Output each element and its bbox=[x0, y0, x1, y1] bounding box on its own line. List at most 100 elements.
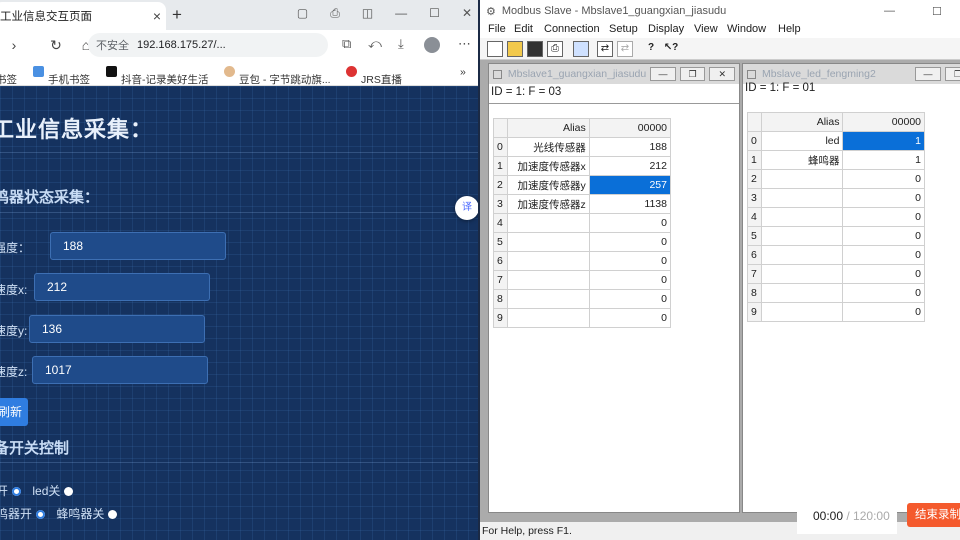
refresh-button[interactable]: 刷新 bbox=[0, 398, 28, 426]
child-window-guangxian[interactable]: Mbslave1_guangxian_jiasudu — ❐ ✕ ID = 1:… bbox=[488, 63, 740, 513]
table-row[interactable]: 50 bbox=[747, 226, 925, 246]
value-cell[interactable]: 0 bbox=[588, 270, 672, 290]
value-cell[interactable]: 0 bbox=[842, 207, 925, 227]
value-cell[interactable]: 0 bbox=[588, 251, 672, 271]
window-icon[interactable] bbox=[573, 41, 589, 57]
alias-cell[interactable] bbox=[506, 251, 590, 271]
maximize-icon[interactable]: ☐ bbox=[429, 6, 440, 21]
translate-icon[interactable]: 译 bbox=[455, 196, 478, 220]
value-cell[interactable]: 1 bbox=[842, 131, 925, 151]
restore-icon[interactable]: ❐ bbox=[679, 67, 706, 81]
menu-help[interactable]: Help bbox=[778, 23, 801, 35]
save-icon[interactable] bbox=[527, 41, 543, 57]
print-icon[interactable]: ⎙ bbox=[547, 41, 563, 57]
bookmark-item[interactable]: 手机书签 bbox=[33, 66, 90, 86]
alias-cell[interactable] bbox=[506, 308, 590, 328]
alias-cell[interactable] bbox=[760, 302, 844, 322]
split-view-icon[interactable]: ▢ bbox=[297, 6, 308, 21]
table-row[interactable]: 30 bbox=[747, 188, 925, 208]
table-row[interactable]: 70 bbox=[493, 270, 672, 290]
table-row[interactable]: 90 bbox=[493, 308, 672, 328]
bookmarks-more-icon[interactable]: » bbox=[460, 66, 466, 78]
value-cell[interactable]: 0 bbox=[842, 226, 925, 246]
url-text[interactable]: 192.168.175.27/... bbox=[137, 39, 226, 51]
bookmark-item[interactable]: 抖音-记录美好生活 bbox=[106, 66, 209, 86]
open-folder-icon[interactable] bbox=[507, 41, 523, 57]
value-cell[interactable]: 0 bbox=[842, 264, 925, 284]
value-cell[interactable]: 0 bbox=[842, 245, 925, 265]
maximize-icon[interactable]: ☐ bbox=[932, 5, 942, 18]
light-intensity-field[interactable]: 188 bbox=[50, 232, 226, 260]
buzzer-on-radio[interactable] bbox=[36, 510, 46, 519]
value-cell[interactable]: 0 bbox=[588, 289, 672, 309]
address-bar[interactable]: 不安全 192.168.175.27/... bbox=[88, 33, 328, 57]
table-row[interactable]: 20 bbox=[747, 169, 925, 189]
alias-cell[interactable]: 光线传感器 bbox=[506, 137, 590, 157]
alias-cell[interactable]: led bbox=[760, 131, 844, 151]
alias-cell[interactable] bbox=[760, 207, 844, 227]
menu-display[interactable]: Display bbox=[648, 23, 684, 35]
browser-tab[interactable]: 工业信息交互页面 × bbox=[0, 2, 166, 30]
close-icon[interactable]: × bbox=[148, 8, 166, 24]
table-row[interactable]: 3 加速度传感器z 1138 bbox=[493, 194, 672, 214]
accel-x-field[interactable]: 212 bbox=[34, 273, 210, 301]
minimize-icon[interactable]: — bbox=[884, 5, 895, 17]
table-row[interactable]: 1 蜂鸣器 1 bbox=[747, 150, 925, 170]
table-row[interactable]: 1 加速度传感器x 212 bbox=[493, 156, 672, 176]
back-history-icon[interactable]: ⤺ bbox=[368, 36, 382, 52]
restore-icon[interactable]: ❐ bbox=[945, 67, 960, 81]
alias-cell[interactable] bbox=[760, 169, 844, 189]
connect-icon[interactable]: ⇄ bbox=[597, 41, 613, 57]
value-cell[interactable]: 0 bbox=[588, 232, 672, 252]
value-cell[interactable]: 257 bbox=[588, 175, 672, 195]
close-icon[interactable]: ✕ bbox=[709, 67, 736, 81]
menu-connection[interactable]: Connection bbox=[544, 23, 600, 35]
alias-cell[interactable] bbox=[760, 283, 844, 303]
insecure-badge[interactable]: 不安全 bbox=[96, 37, 129, 53]
value-cell[interactable]: 0 bbox=[842, 302, 925, 322]
alias-cell[interactable] bbox=[760, 226, 844, 246]
window-menu-icon[interactable] bbox=[747, 69, 756, 79]
bookmark-item[interactable]: 豆包 - 字节跳动旗... bbox=[224, 66, 331, 86]
table-row[interactable]: 40 bbox=[493, 213, 672, 233]
value-cell[interactable]: 188 bbox=[588, 137, 672, 157]
minimize-icon[interactable]: — bbox=[915, 67, 941, 81]
alias-cell[interactable] bbox=[760, 188, 844, 208]
menu-edit[interactable]: Edit bbox=[514, 23, 533, 35]
menu-window[interactable]: Window bbox=[727, 23, 766, 35]
led-off-radio[interactable] bbox=[64, 487, 74, 496]
alias-cell[interactable] bbox=[760, 245, 844, 265]
menu-view[interactable]: View bbox=[694, 23, 718, 35]
value-cell[interactable]: 0 bbox=[842, 188, 925, 208]
new-tab-icon[interactable]: + bbox=[172, 5, 182, 25]
forward-icon[interactable]: › bbox=[0, 37, 28, 53]
value-cell[interactable]: 212 bbox=[588, 156, 672, 176]
alias-cell[interactable] bbox=[506, 289, 590, 309]
value-cell[interactable]: 1 bbox=[842, 150, 925, 170]
accel-z-field[interactable]: 1017 bbox=[32, 356, 208, 384]
table-row[interactable]: 50 bbox=[493, 232, 672, 252]
more-menu-icon[interactable]: ⋯ bbox=[458, 36, 471, 52]
value-cell[interactable]: 0 bbox=[842, 283, 925, 303]
download-icon[interactable]: ⤓ bbox=[398, 36, 404, 52]
table-row[interactable]: 60 bbox=[493, 251, 672, 271]
value-cell[interactable]: 0 bbox=[842, 169, 925, 189]
buzzer-off-radio[interactable] bbox=[108, 510, 118, 519]
alias-cell[interactable]: 加速度传感器y bbox=[506, 175, 590, 195]
accel-y-field[interactable]: 136 bbox=[29, 315, 205, 343]
context-help-icon[interactable]: ↖? bbox=[663, 41, 679, 57]
alias-cell[interactable] bbox=[506, 232, 590, 252]
table-row[interactable]: 40 bbox=[747, 207, 925, 227]
table-row[interactable]: 80 bbox=[493, 289, 672, 309]
value-cell[interactable]: 1138 bbox=[588, 194, 672, 214]
menu-file[interactable]: File bbox=[488, 23, 506, 35]
help-icon[interactable]: ? bbox=[643, 41, 659, 57]
window-close-icon[interactable]: ✕ bbox=[462, 6, 472, 21]
alias-cell[interactable]: 蜂鸣器 bbox=[760, 150, 844, 170]
value-cell[interactable]: 0 bbox=[588, 308, 672, 328]
profile-avatar[interactable] bbox=[424, 37, 440, 53]
reload-icon[interactable]: ↻ bbox=[42, 37, 70, 54]
menu-setup[interactable]: Setup bbox=[609, 23, 638, 35]
minimize-icon[interactable]: — bbox=[650, 67, 676, 81]
alias-cell[interactable] bbox=[760, 264, 844, 284]
